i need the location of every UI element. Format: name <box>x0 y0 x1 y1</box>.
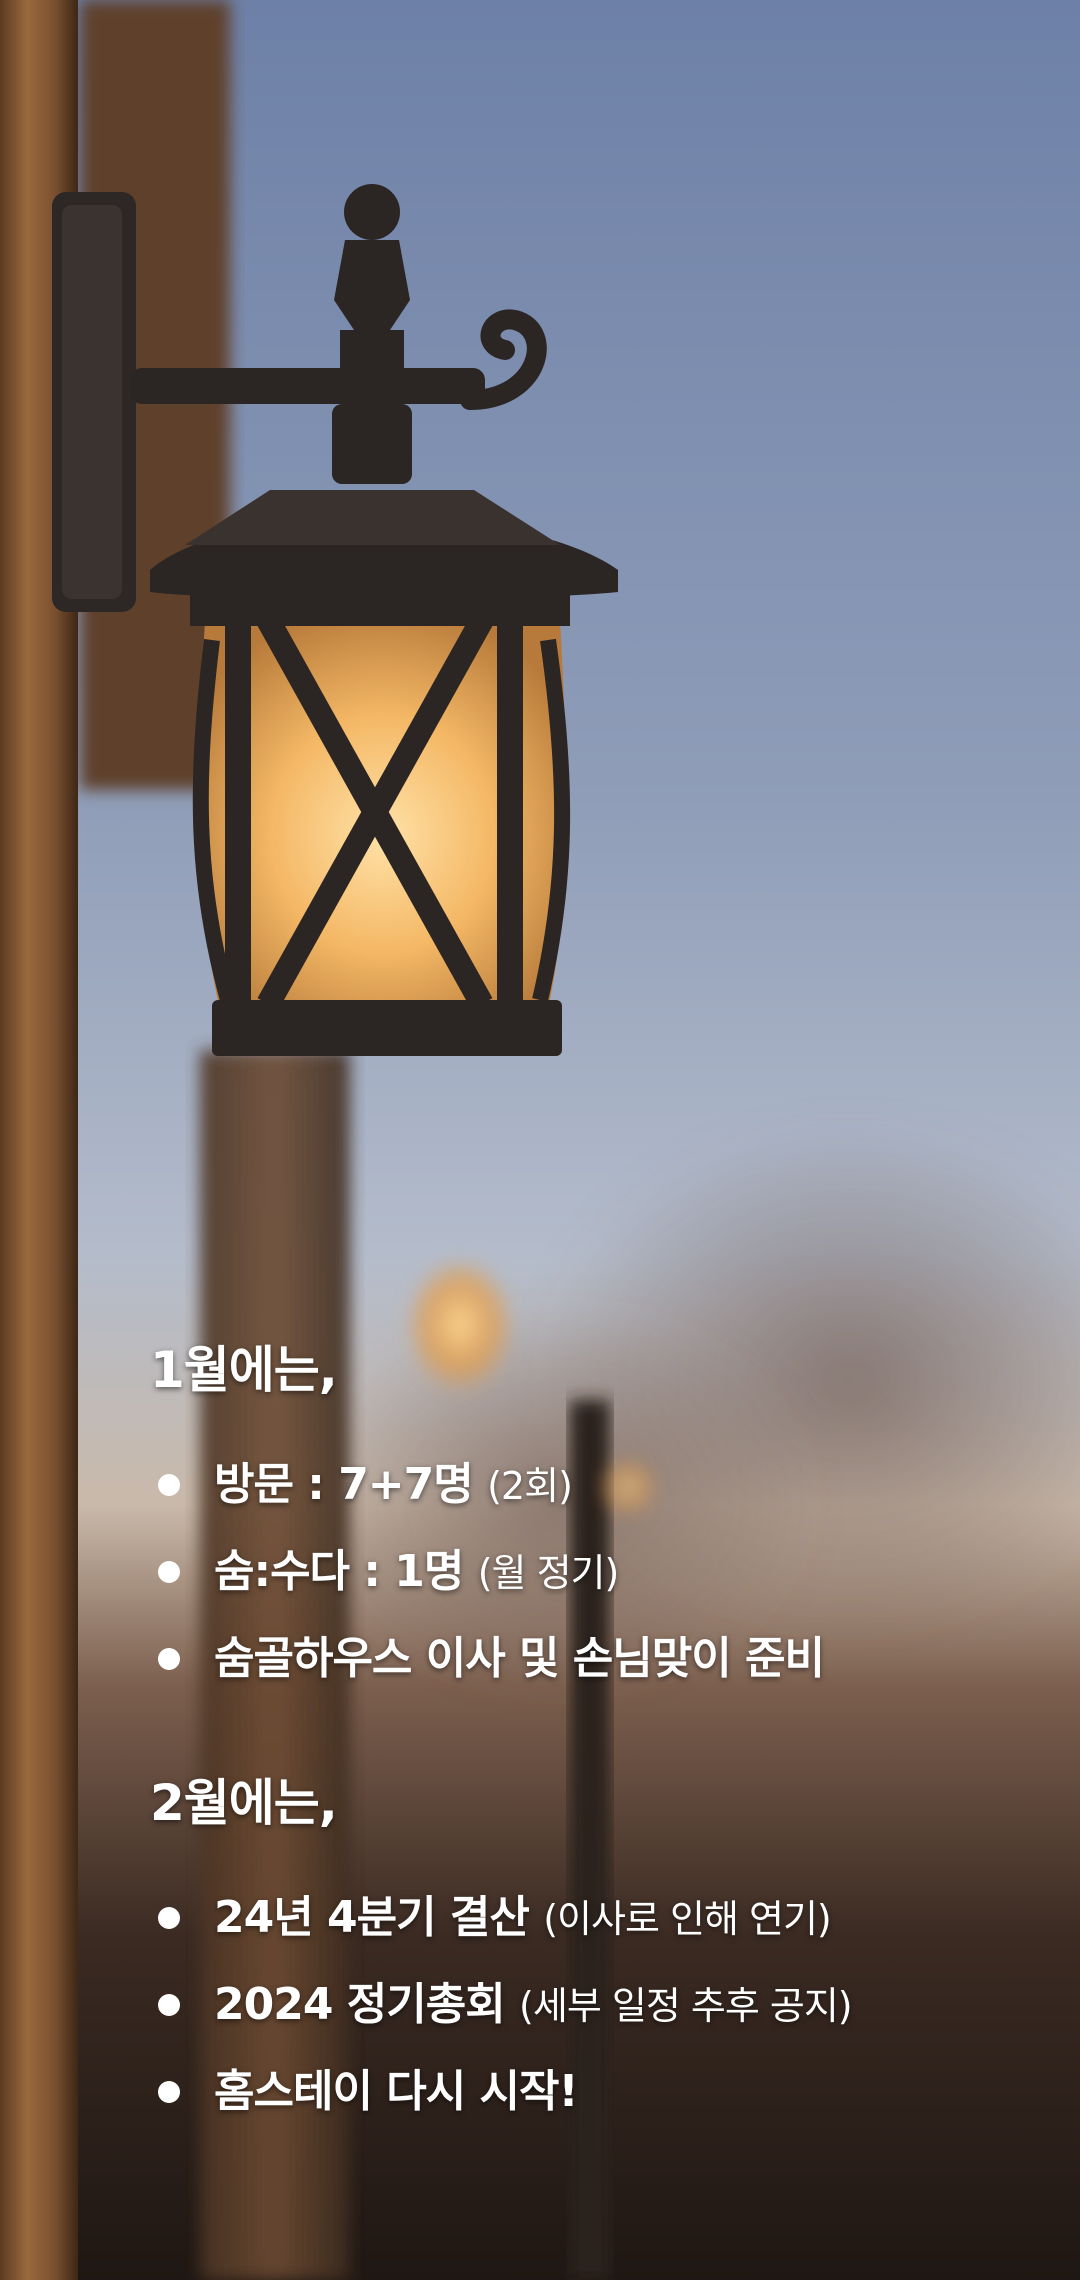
january-list: 방문 : 7+7명 (2회) 숨:수다 : 1명 (월 정기) 숨골하우스 이사… <box>150 1442 1030 1701</box>
list-item: 2024 정기총회 (세부 일정 추후 공지) <box>150 1962 1030 2049</box>
february-title: 2월에는, <box>150 1774 338 1832</box>
list-item: 방문 : 7+7명 (2회) <box>150 1442 1030 1529</box>
bullet-icon <box>158 1474 180 1496</box>
february-list: 24년 4분기 결산 (이사로 인해 연기) 2024 정기총회 (세부 일정 … <box>150 1875 1030 2134</box>
list-item: 숨:수다 : 1명 (월 정기) <box>150 1529 1030 1616</box>
bullet-icon <box>158 2081 180 2103</box>
january-section: 1월에는, 방문 : 7+7명 (2회) 숨:수다 : 1명 (월 정기) 숨골… <box>150 1330 1030 1701</box>
bullet-icon <box>158 1907 180 1929</box>
list-item: 홈스테이 다시 시작! <box>150 2049 1030 2134</box>
bullet-icon <box>158 1561 180 1583</box>
january-title: 1월에는, <box>150 1341 338 1399</box>
bullet-icon <box>158 1648 180 1670</box>
bullet-icon <box>158 1994 180 2016</box>
list-item: 24년 4분기 결산 (이사로 인해 연기) <box>150 1875 1030 1962</box>
february-section: 2월에는, 24년 4분기 결산 (이사로 인해 연기) 2024 정기총회 (… <box>150 1763 1030 2134</box>
monthly-report: 1월에는, 방문 : 7+7명 (2회) 숨:수다 : 1명 (월 정기) 숨골… <box>150 1330 1030 2134</box>
list-item: 숨골하우스 이사 및 손님맞이 준비 <box>150 1616 1030 1701</box>
